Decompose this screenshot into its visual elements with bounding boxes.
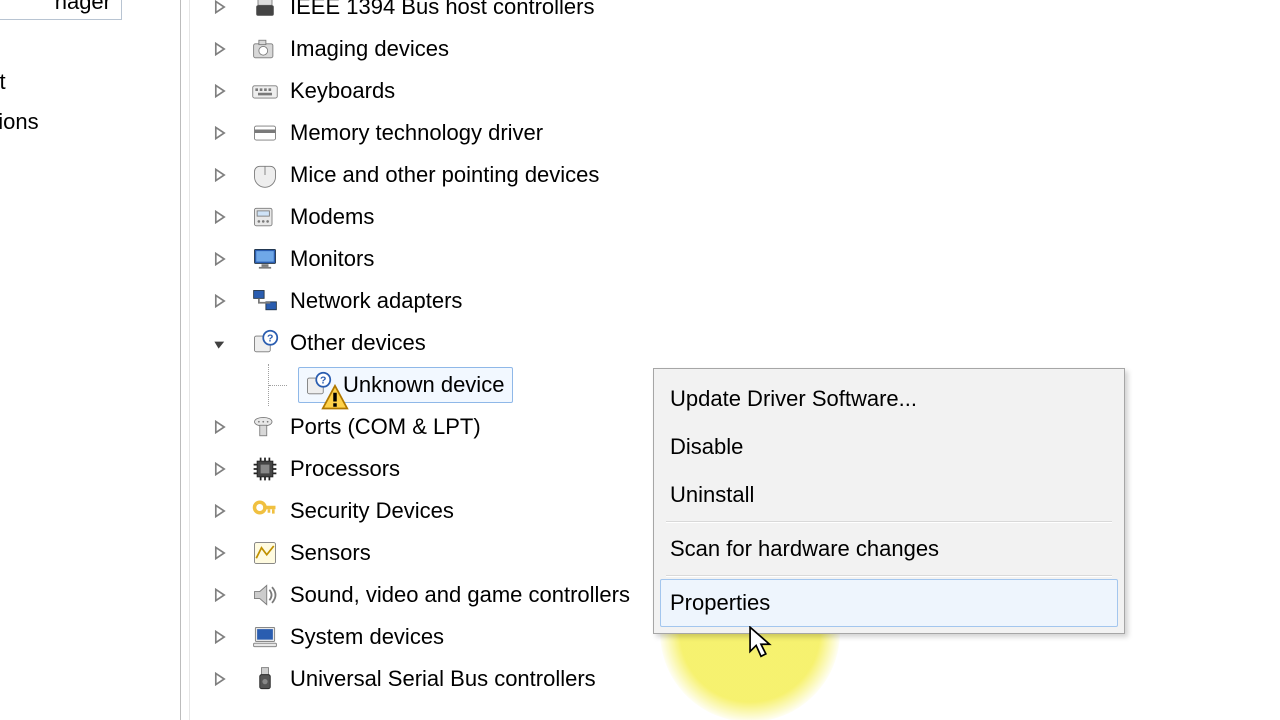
modem-icon (250, 202, 280, 232)
key-icon (250, 496, 280, 526)
menu-separator (666, 575, 1112, 577)
camera-icon (250, 34, 280, 64)
tree-item-usb[interactable]: Universal Serial Bus controllers (210, 658, 630, 700)
expand-icon[interactable] (210, 417, 230, 437)
tree-item-ports[interactable]: Ports (COM & LPT) (210, 406, 630, 448)
tree-item-unknown[interactable]: ? Unknown device (210, 364, 630, 406)
menu-item-disable[interactable]: Disable (660, 423, 1118, 471)
expand-icon[interactable] (210, 123, 230, 143)
cpu-icon (250, 454, 280, 484)
network-icon (250, 286, 280, 316)
tree-item-label: Security Devices (290, 490, 454, 532)
tree-item-imaging[interactable]: Imaging devices (210, 28, 630, 70)
tree-item-security[interactable]: Security Devices (210, 490, 630, 532)
card-icon (250, 118, 280, 148)
speaker-icon (250, 580, 280, 610)
tree-item-processors[interactable]: Processors (210, 448, 630, 490)
mouse-icon (250, 160, 280, 190)
expand-icon[interactable] (210, 585, 230, 605)
expand-icon[interactable] (210, 249, 230, 269)
svg-text:?: ? (267, 332, 273, 344)
sidebar-item[interactable]: agement (0, 62, 39, 102)
expand-icon[interactable] (210, 0, 230, 17)
tree-item-label: Keyboards (290, 70, 395, 112)
menu-separator (666, 521, 1112, 523)
tree-item-system[interactable]: System devices (210, 616, 630, 658)
expand-icon[interactable] (210, 543, 230, 563)
tree-item-label: Modems (290, 196, 374, 238)
warning-badge-icon (321, 384, 337, 400)
tree-item-mice[interactable]: Mice and other pointing devices (210, 154, 630, 196)
tree-item-label: Mice and other pointing devices (290, 154, 599, 196)
tree-item-modems[interactable]: Modems (210, 196, 630, 238)
expand-icon[interactable] (210, 207, 230, 227)
menu-item-uninstall[interactable]: Uninstall (660, 471, 1118, 519)
tree-item-network[interactable]: Network adapters (210, 280, 630, 322)
pane-splitter[interactable] (180, 0, 190, 720)
expand-icon[interactable] (210, 39, 230, 59)
expand-icon[interactable] (210, 459, 230, 479)
tree-item-label: Universal Serial Bus controllers (290, 658, 596, 700)
system-icon (250, 622, 280, 652)
tree-item-label: Memory technology driver (290, 112, 543, 154)
sidebar-node-label: nager (55, 0, 111, 15)
unknown-device-icon: ? (303, 370, 333, 400)
device-tree: IEEE 1394 Bus host controllersImaging de… (210, 0, 630, 700)
usb-icon (250, 664, 280, 694)
monitor-icon (250, 244, 280, 274)
ports-icon (250, 412, 280, 442)
tree-item-monitors[interactable]: Monitors (210, 238, 630, 280)
context-menu: Update Driver Software...DisableUninstal… (653, 368, 1125, 634)
unknown-category-icon: ? (250, 328, 280, 358)
sensor-icon (250, 538, 280, 568)
tree-item-sound[interactable]: Sound, video and game controllers (210, 574, 630, 616)
menu-item-properties[interactable]: Properties (660, 579, 1118, 627)
ieee1394-icon (250, 0, 280, 22)
tree-item-label: Other devices (290, 322, 426, 364)
tree-item-label: Unknown device (343, 364, 504, 406)
tree-item-label: System devices (290, 616, 444, 658)
tree-item-label: Sensors (290, 532, 371, 574)
sidebar-node-device-manager[interactable]: nager (0, 0, 122, 20)
tree-item-label: Monitors (290, 238, 374, 280)
keyboard-icon (250, 76, 280, 106)
tree-item-label: Ports (COM & LPT) (290, 406, 481, 448)
tree-item-keyboards[interactable]: Keyboards (210, 70, 630, 112)
sidebar-item[interactable]: Applications (0, 102, 39, 142)
left-sidebar: nager agement Applications (0, 0, 180, 720)
tree-item-label: IEEE 1394 Bus host controllers (290, 0, 595, 28)
tree-item-label: Processors (290, 448, 400, 490)
menu-item-scan[interactable]: Scan for hardware changes (660, 525, 1118, 573)
tree-item-other[interactable]: ? Other devices (210, 322, 630, 364)
tree-item-ieee1394[interactable]: IEEE 1394 Bus host controllers (210, 0, 630, 28)
tree-item-label: Network adapters (290, 280, 462, 322)
expand-icon[interactable] (210, 501, 230, 521)
expand-icon[interactable] (210, 627, 230, 647)
expand-icon[interactable] (210, 669, 230, 689)
expand-icon[interactable] (210, 165, 230, 185)
selected-item[interactable]: ? Unknown device (298, 367, 513, 403)
tree-connector (268, 364, 289, 406)
tree-item-memtech[interactable]: Memory technology driver (210, 112, 630, 154)
tree-item-label: Sound, video and game controllers (290, 574, 630, 616)
menu-item-update[interactable]: Update Driver Software... (660, 375, 1118, 423)
tree-item-label: Imaging devices (290, 28, 449, 70)
collapse-icon[interactable] (210, 333, 230, 353)
expand-icon[interactable] (210, 291, 230, 311)
expand-icon[interactable] (210, 81, 230, 101)
tree-item-sensors[interactable]: Sensors (210, 532, 630, 574)
